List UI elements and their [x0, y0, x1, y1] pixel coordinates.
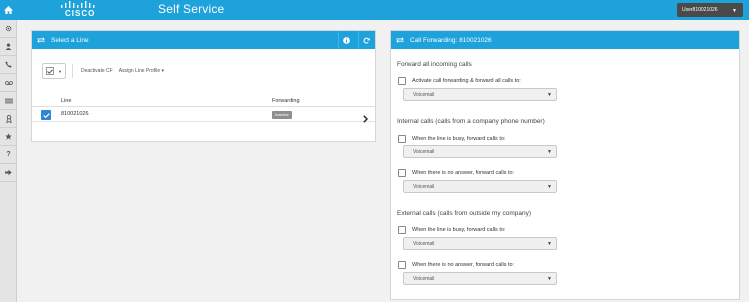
voicemail-icon — [4, 80, 13, 85]
select-value: Voicemail — [413, 275, 435, 282]
sidebar-item-phone[interactable] — [0, 56, 17, 74]
select-line-header: Select a Line — [32, 31, 375, 49]
sidebar-item-settings[interactable] — [0, 20, 17, 38]
internal-no-answer-checkbox[interactable] — [398, 169, 406, 177]
sidebar-item-help[interactable]: ? — [0, 146, 17, 164]
panel-title: Call Forwarding: 810021026 — [410, 36, 492, 44]
internal-no-answer-select[interactable]: Voicemail ▼ — [403, 180, 557, 193]
section-internal-calls: Internal calls (calls from a company pho… — [397, 118, 545, 125]
row-checkbox[interactable] — [41, 110, 51, 120]
select-line-panel: Select a Line ▼ Deactivate CF Assign Lin… — [31, 30, 376, 142]
app-title: Self Service — [158, 2, 225, 16]
list-icon — [4, 98, 13, 103]
info-button[interactable] — [338, 31, 354, 49]
select-value: Voicemail — [413, 91, 435, 98]
caret-down-icon: ▼ — [547, 149, 552, 155]
sign-out-icon — [5, 169, 12, 176]
external-no-answer-checkbox[interactable] — [398, 261, 406, 269]
deactivate-cf-button[interactable]: Deactivate CF — [79, 63, 115, 79]
top-bar: CISCO Self Service User810021026 ▼ — [0, 0, 749, 20]
sidebar-item-user[interactable] — [0, 38, 17, 56]
option-label: When there is no answer, forward calls t… — [412, 170, 515, 176]
user-menu-button[interactable]: User810021026 ▼ — [677, 3, 743, 17]
internal-busy-checkbox[interactable] — [398, 135, 406, 143]
option-label: When there is no answer, forward calls t… — [412, 262, 515, 268]
sidebar-item-badge[interactable] — [0, 110, 17, 128]
home-icon[interactable] — [0, 0, 17, 20]
table-row[interactable]: 810021026 Inactive — [32, 108, 375, 123]
user-icon — [5, 43, 12, 50]
chevron-right-icon[interactable] — [363, 110, 368, 128]
external-no-answer-option[interactable]: When there is no answer, forward calls t… — [398, 260, 514, 270]
assign-line-profile-button[interactable]: Assign Line Profile ▾ — [117, 63, 166, 79]
select-all-checkbox[interactable] — [46, 67, 54, 75]
sidebar-item-sign-out[interactable] — [0, 164, 17, 182]
internal-busy-select[interactable]: Voicemail ▼ — [403, 145, 557, 158]
option-label: When the line is busy, forward calls to: — [412, 227, 506, 233]
select-value: Voicemail — [413, 240, 435, 247]
caret-down-icon: ▼ — [547, 241, 552, 247]
caret-down-icon: ▼ — [58, 68, 62, 74]
external-no-answer-select[interactable]: Voicemail ▼ — [403, 272, 557, 285]
select-value: Voicemail — [413, 183, 435, 190]
caret-down-icon: ▼ — [547, 92, 552, 98]
caret-down-icon: ▼ — [547, 276, 552, 282]
sidebar-item-lines[interactable] — [0, 92, 17, 110]
select-all-dropdown[interactable]: ▼ — [42, 63, 66, 79]
external-busy-option[interactable]: When the line is busy, forward calls to: — [398, 225, 505, 235]
column-header-forwarding: Forwarding — [272, 98, 300, 104]
external-busy-checkbox[interactable] — [398, 226, 406, 234]
info-icon — [343, 36, 350, 44]
column-header-line: Line — [61, 98, 72, 104]
check-icon — [47, 69, 53, 74]
sidebar-item-voicemail[interactable] — [0, 74, 17, 92]
sidebar: ? — [0, 20, 17, 302]
help-icon: ? — [6, 151, 11, 158]
check-icon — [42, 112, 50, 118]
line-toolbar: ▼ Deactivate CF Assign Line Profile ▾ — [42, 61, 166, 81]
external-busy-select[interactable]: Voicemail ▼ — [403, 237, 557, 250]
cisco-logo: CISCO — [58, 1, 108, 19]
section-external-calls: External calls (calls from outside my co… — [397, 210, 532, 217]
gear-icon — [5, 25, 12, 32]
internal-no-answer-option[interactable]: When there is no answer, forward calls t… — [398, 168, 514, 178]
option-label: When the line is busy, forward calls to: — [412, 136, 506, 142]
call-forwarding-panel: Call Forwarding: 810021026 Forward all i… — [390, 30, 740, 300]
user-label: User810021026 — [682, 7, 718, 13]
refresh-button[interactable] — [358, 31, 374, 49]
transfer-icon — [396, 37, 404, 43]
internal-busy-option[interactable]: When the line is busy, forward calls to: — [398, 134, 505, 144]
forward-all-checkbox[interactable] — [398, 77, 406, 85]
divider — [72, 64, 73, 78]
select-value: Voicemail — [413, 148, 435, 155]
star-icon — [5, 133, 12, 140]
transfer-icon — [37, 37, 45, 43]
caret-down-icon: ▼ — [732, 8, 737, 14]
phone-icon — [5, 61, 12, 68]
badge-icon — [5, 114, 12, 123]
forward-all-select[interactable]: Voicemail ▼ — [403, 88, 557, 101]
forward-all-option[interactable]: Activate call forwarding & forward all c… — [398, 76, 521, 86]
section-forward-all: Forward all incoming calls — [397, 61, 472, 68]
refresh-icon — [363, 37, 370, 44]
sidebar-item-favorites[interactable] — [0, 128, 17, 146]
option-label: Activate call forwarding & forward all c… — [412, 78, 521, 84]
line-number: 810021026 — [61, 111, 89, 117]
logo-text: CISCO — [65, 9, 96, 18]
call-forwarding-header: Call Forwarding: 810021026 — [391, 31, 739, 49]
caret-down-icon: ▼ — [547, 184, 552, 190]
table-header: Line Forwarding — [32, 97, 375, 107]
panel-title: Select a Line — [51, 36, 89, 44]
status-badge: Inactive — [272, 111, 292, 119]
